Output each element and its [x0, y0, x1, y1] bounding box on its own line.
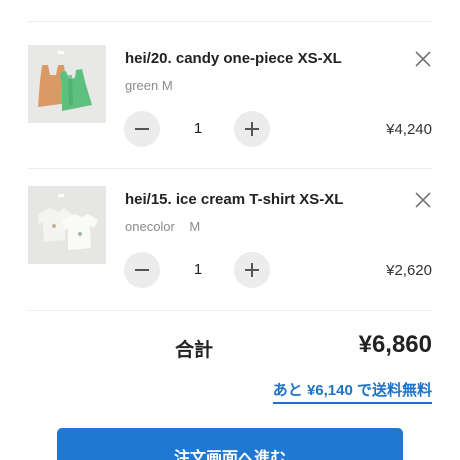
quantity-value: 1	[193, 120, 203, 137]
plus-icon	[245, 122, 259, 136]
free-shipping-link[interactable]: あと ¥6,140 で送料無料	[272, 379, 432, 404]
product-image[interactable]	[28, 186, 106, 264]
product-image[interactable]	[28, 45, 106, 123]
item-variant: green M	[125, 78, 173, 93]
item-price: ¥2,620	[386, 262, 432, 279]
divider	[28, 310, 432, 311]
item-variant: onecolor M	[125, 219, 201, 234]
close-icon	[415, 192, 431, 208]
quantity-value: 1	[193, 261, 203, 278]
total-label: 合計	[175, 340, 214, 361]
checkout-button-label: 注文画面へ進む	[173, 450, 286, 460]
dresses-product-photo-icon	[28, 45, 106, 123]
divider	[28, 168, 432, 169]
remove-item-button[interactable]	[413, 49, 433, 69]
item-name[interactable]: hei/20. candy one-piece XS-XL	[125, 50, 342, 67]
decrease-quantity-button[interactable]	[124, 252, 160, 288]
plus-icon	[245, 263, 259, 277]
checkout-button[interactable]: 注文画面へ進む	[57, 428, 403, 460]
item-name[interactable]: hei/15. ice cream T-shirt XS-XL	[125, 191, 343, 208]
tshirts-product-photo-icon	[28, 186, 106, 264]
cart-page: hei/20. candy one-piece XS-XL green M 1 …	[0, 0, 460, 460]
item-price: ¥4,240	[386, 121, 432, 138]
increase-quantity-button[interactable]	[234, 111, 270, 147]
minus-icon	[135, 128, 149, 130]
close-icon	[415, 51, 431, 67]
divider	[28, 21, 432, 22]
increase-quantity-button[interactable]	[234, 252, 270, 288]
total-value: ¥6,860	[358, 331, 432, 358]
remove-item-button[interactable]	[413, 190, 433, 210]
decrease-quantity-button[interactable]	[124, 111, 160, 147]
minus-icon	[135, 269, 149, 271]
